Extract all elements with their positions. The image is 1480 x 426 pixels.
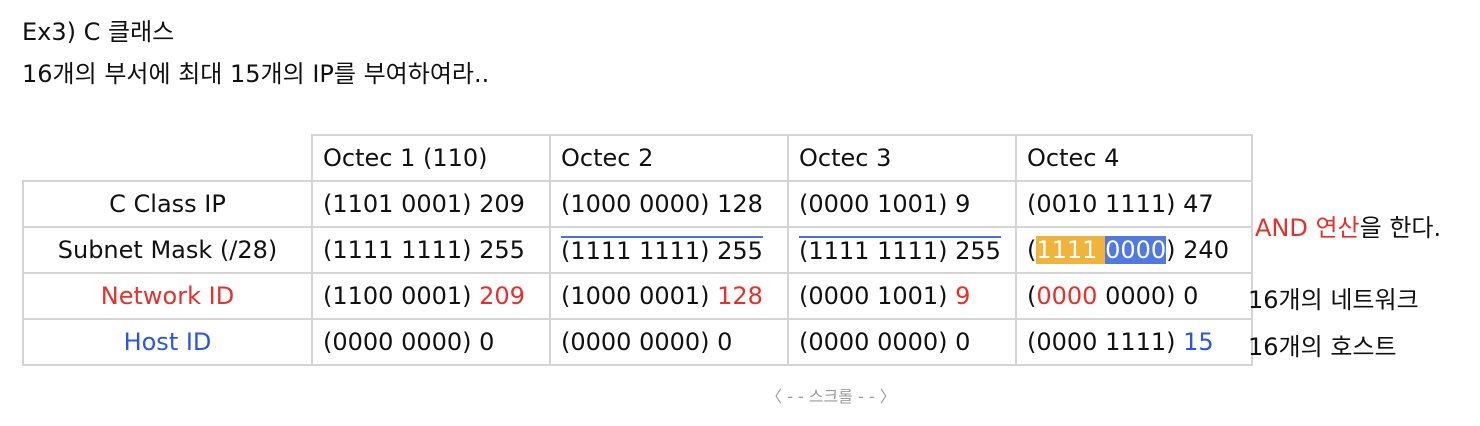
- net-octet-3-bits: (0000 1001): [799, 282, 956, 310]
- net-octet-1-value: 209: [479, 282, 525, 310]
- table-row-host-id: Host ID (0000 0000) 0 (0000 0000) 0 (000…: [22, 318, 1253, 366]
- example-description: 16개의 부서에 최대 15개의 IP를 부여하여라..: [22, 60, 490, 88]
- header-octet-3: Octec 3: [787, 134, 1017, 182]
- cell-mask-octet-2: (1111 1111) 255: [549, 226, 789, 274]
- row-label-host-id: Host ID: [22, 318, 313, 366]
- net-octet-4-red-bits: 0000: [1036, 282, 1098, 310]
- header-octet-2: Octec 2: [549, 134, 789, 182]
- mask-close-value: ) 240: [1166, 236, 1229, 264]
- row-label-subnet-mask: Subnet Mask (/28): [22, 226, 313, 274]
- cell-class-ip-octet-2: (1000 0000) 128: [549, 180, 789, 228]
- cell-net-octet-2: (1000 0001) 128: [549, 272, 789, 320]
- table-row-class-ip: C Class IP (1101 0001) 209 (1000 0000) 1…: [22, 180, 1253, 228]
- subnet-table: Octec 1 (110) Octec 2 Octec 3 Octec 4 C …: [22, 134, 1253, 366]
- net-octet-4-open: (: [1027, 282, 1037, 310]
- host-count-note: 16개의 호스트: [1248, 333, 1397, 361]
- cell-mask-octet-4: (1111 0000) 240: [1015, 226, 1253, 274]
- mask-octet-3-text: (1111 1111) 255: [799, 235, 1001, 265]
- cell-host-octet-4: (0000 1111) 15: [1015, 318, 1253, 366]
- mask-octet-2-text: (1111 1111) 255: [561, 235, 763, 265]
- and-operation-note: AND 연산을 한다.: [1255, 212, 1441, 244]
- row-label-class-ip: C Class IP: [22, 180, 313, 228]
- example-title: Ex3) C 클래스: [22, 18, 175, 46]
- mask-host-bits-highlight: 0000: [1105, 236, 1167, 264]
- cell-net-octet-3: (0000 1001) 9: [787, 272, 1017, 320]
- table-row-network-id: Network ID (1100 0001) 209 (1000 0001) 1…: [22, 272, 1253, 320]
- mask-network-bits-highlight: 1111: [1036, 236, 1098, 264]
- and-operation-suffix: 을 한다.: [1359, 214, 1442, 242]
- host-octet-4-bits: (0000 1111): [1027, 328, 1184, 356]
- cell-host-octet-3: (0000 0000) 0: [787, 318, 1017, 366]
- net-octet-1-bits: (1100 0001): [323, 282, 480, 310]
- cell-mask-octet-3: (1111 1111) 255: [787, 226, 1017, 274]
- net-octet-4-rest: 0000) 0: [1097, 282, 1199, 310]
- cell-class-ip-octet-4: (0010 1111) 47: [1015, 180, 1253, 228]
- cell-net-octet-1: (1100 0001) 209: [311, 272, 551, 320]
- cell-class-ip-octet-1: (1101 0001) 209: [311, 180, 551, 228]
- net-octet-2-value: 128: [717, 282, 763, 310]
- host-octet-4-value: 15: [1183, 328, 1214, 356]
- row-label-network-id: Network ID: [22, 272, 313, 320]
- and-operation-label: AND 연산: [1255, 214, 1360, 242]
- table-header-row: Octec 1 (110) Octec 2 Octec 3 Octec 4: [23, 134, 1253, 182]
- net-octet-2-bits: (1000 0001): [561, 282, 718, 310]
- cell-class-ip-octet-3: (0000 1001) 9: [787, 180, 1017, 228]
- cell-host-octet-2: (0000 0000) 0: [549, 318, 789, 366]
- header-octet-4: Octec 4: [1015, 134, 1253, 182]
- scroll-hint[interactable]: 〈 - - 스크롤 - - 〉: [766, 383, 896, 407]
- corner-cell: [23, 135, 313, 182]
- mask-bits-gap: [1097, 236, 1106, 264]
- network-count-note: 16개의 네트워크: [1248, 286, 1419, 314]
- mask-open-paren: (: [1027, 236, 1037, 264]
- net-octet-3-value: 9: [955, 282, 971, 310]
- cell-net-octet-4: (0000 0000) 0: [1015, 272, 1253, 320]
- cell-mask-octet-1: (1111 1111) 255: [311, 226, 551, 274]
- header-octet-1: Octec 1 (110): [311, 134, 551, 182]
- cell-host-octet-1: (0000 0000) 0: [311, 318, 551, 366]
- table-row-subnet-mask: Subnet Mask (/28) (1111 1111) 255 (1111 …: [22, 226, 1253, 274]
